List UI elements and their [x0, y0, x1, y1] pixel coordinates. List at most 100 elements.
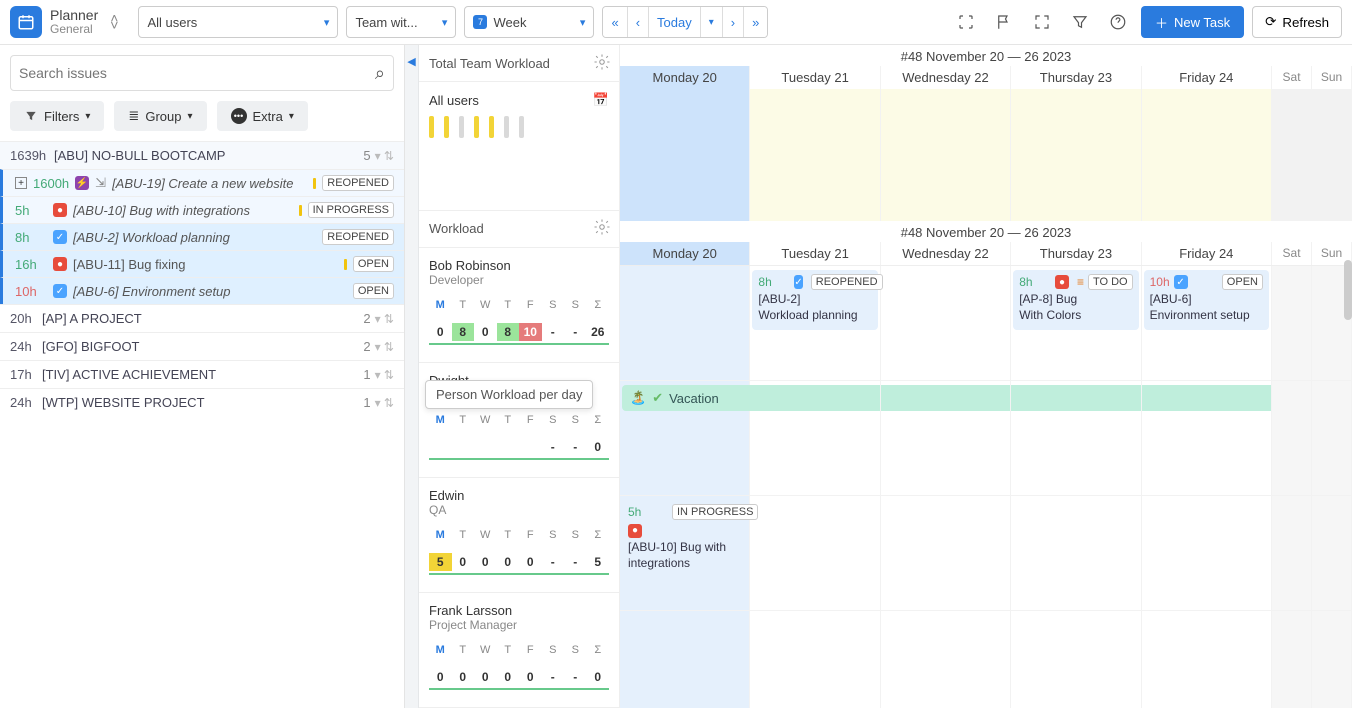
task-card[interactable]: 10h ✓ OPEN [ABU-6] Environment setup	[1144, 270, 1269, 330]
tooltip-text: Person Workload per day	[436, 387, 582, 402]
day-header[interactable]: Monday 20	[620, 242, 750, 265]
calendar-icon: 7	[473, 15, 487, 29]
issue-hours: 10h	[15, 284, 47, 299]
day-header[interactable]: Tuesday 21	[750, 66, 880, 89]
palm-icon: 🏝️	[630, 390, 646, 406]
day-header[interactable]: Sat	[1272, 66, 1312, 89]
day-header[interactable]: Tuesday 21	[750, 242, 880, 265]
tooltip: Person Workload per day	[425, 380, 593, 409]
issue-hours: 5h	[15, 203, 47, 218]
new-task-button[interactable]: ＋ New Task	[1141, 6, 1244, 38]
group-actions[interactable]: ▾ ⇅	[375, 312, 394, 326]
group-hours: 1639h	[10, 148, 54, 163]
person-role: Developer	[429, 273, 609, 287]
expand-icon[interactable]	[1027, 7, 1057, 37]
issue-name: [ABU-2] Workload planning	[73, 230, 316, 245]
nav-next-button[interactable]: ›	[723, 7, 744, 37]
day-header[interactable]: Thursday 23	[1011, 242, 1141, 265]
scan-icon[interactable]	[951, 7, 981, 37]
issue-group[interactable]: 1639h [ABU] NO-BULL BOOTCAMP 5 ▾ ⇅	[0, 141, 404, 169]
type-icon: ●	[1055, 275, 1069, 289]
dots-icon: •••	[231, 108, 247, 124]
gear-icon[interactable]	[593, 218, 611, 239]
help-icon[interactable]	[1103, 7, 1133, 37]
group-actions[interactable]: ▾ ⇅	[375, 396, 394, 410]
group-name: [TIV] ACTIVE ACHIEVEMENT	[42, 367, 363, 382]
priority-icon	[299, 205, 302, 216]
day-header[interactable]: Monday 20	[620, 66, 750, 89]
calendar-clock-icon[interactable]: 📅	[593, 92, 609, 108]
group-button[interactable]: ≣ Group ▾	[114, 101, 206, 131]
day-header[interactable]: Friday 24	[1142, 66, 1272, 89]
nav-last-button[interactable]: »	[744, 7, 767, 37]
app-switcher-chevron[interactable]: ˄˅	[110, 15, 118, 29]
search-icon: ⌕	[375, 63, 385, 84]
plus-icon: ＋	[1155, 13, 1168, 32]
total-workload-header: Total Team Workload	[419, 45, 619, 82]
group-name: [AP] A PROJECT	[42, 311, 363, 326]
app-logo	[10, 6, 42, 38]
flag-icon[interactable]	[989, 7, 1019, 37]
task-card[interactable]: 5h IN PROGRESS ● [ABU-10] Bug with integ…	[622, 500, 747, 574]
filters-button[interactable]: Filters ▾	[10, 101, 104, 131]
task-card[interactable]: 8h ✓ REOPENED [ABU-2] Workload planning	[752, 270, 877, 330]
person-block[interactable]: Frank LarssonProject ManagerMTWTFSSΣ0000…	[419, 593, 619, 708]
group-actions[interactable]: ▾ ⇅	[375, 149, 394, 163]
nav-first-button[interactable]: «	[603, 7, 627, 37]
filter-icon[interactable]	[1065, 7, 1095, 37]
check-icon: ✔	[652, 390, 663, 406]
day-header[interactable]: Sun	[1312, 66, 1352, 89]
main: ⌕ Filters ▾ ≣ Group ▾ ••• Extra ▾	[0, 45, 1352, 708]
caret-down-icon: ▾	[289, 111, 294, 122]
issue-group[interactable]: 24h [GFO] BIGFOOT 2 ▾ ⇅	[0, 332, 404, 360]
caret-down-icon: ▾	[442, 16, 448, 29]
day-header[interactable]: Wednesday 22	[881, 242, 1011, 265]
day-header[interactable]: Thursday 23	[1011, 66, 1141, 89]
caret-down-icon: ▾	[580, 16, 586, 29]
topbar: Planner General ˄˅ All users ▾ Team wit.…	[0, 0, 1352, 45]
person-name: Frank Larsson	[429, 603, 609, 618]
issue-row[interactable]: 16h ● [ABU-11] Bug fixing OPEN	[0, 250, 404, 277]
issue-row[interactable]: 8h ✓ [ABU-2] Workload planning REOPENED	[0, 223, 404, 250]
group-actions[interactable]: ▾ ⇅	[375, 340, 394, 354]
app-title-block[interactable]: Planner General	[50, 8, 98, 37]
filters-label: Filters	[44, 109, 79, 124]
tree-icon: ⇲	[95, 175, 106, 191]
task-card[interactable]: 8h ● ≡ TO DO [AP-8] Bug With Colors	[1013, 270, 1138, 330]
group-count: 2	[363, 311, 370, 326]
nav-today-dropdown[interactable]: ▾	[701, 7, 723, 37]
person-block[interactable]: EdwinQAMTWTFSSΣ50000--5	[419, 478, 619, 593]
right-pane: ◀ Total Team Workload All users 📅 Worklo…	[405, 45, 1352, 708]
people-calendar-grid: 8h ✓ REOPENED [ABU-2] Workload planning …	[620, 265, 1352, 708]
issue-name: [ABU-10] Bug with integrations	[73, 203, 293, 218]
period-filter[interactable]: 7 Week ▾	[464, 6, 594, 38]
refresh-button[interactable]: ⟳ Refresh	[1252, 6, 1342, 38]
search-input[interactable]	[19, 65, 375, 81]
person-block[interactable]: Bob RobinsonDeveloperMTWTFSSΣ080810--26	[419, 248, 619, 363]
group-count: 5	[363, 148, 370, 163]
team-filter[interactable]: Team wit... ▾	[346, 6, 456, 38]
issue-group[interactable]: 17h [TIV] ACTIVE ACHIEVEMENT 1 ▾ ⇅	[0, 360, 404, 388]
day-header[interactable]: Sat	[1272, 242, 1312, 265]
expand-icon[interactable]: +	[15, 177, 27, 189]
issue-row[interactable]: 5h ● [ABU-10] Bug with integrations IN P…	[0, 196, 404, 223]
person-name: Bob Robinson	[429, 258, 609, 273]
period-filter-label: Week	[493, 15, 526, 30]
search-input-wrap[interactable]: ⌕	[10, 55, 394, 91]
collapse-handle[interactable]: ◀	[405, 45, 419, 708]
issue-group[interactable]: 24h [WTP] WEBSITE PROJECT 1 ▾ ⇅	[0, 388, 404, 416]
group-hours: 24h	[10, 395, 42, 410]
day-header[interactable]: Wednesday 22	[881, 66, 1011, 89]
issue-row[interactable]: 10h ✓ [ABU-6] Environment setup OPEN	[0, 277, 404, 304]
day-header[interactable]: Friday 24	[1142, 242, 1272, 265]
issue-status: IN PROGRESS	[308, 202, 394, 218]
issue-group[interactable]: 20h [AP] A PROJECT 2 ▾ ⇅	[0, 304, 404, 332]
extra-button[interactable]: ••• Extra ▾	[217, 101, 308, 131]
users-filter[interactable]: All users ▾	[138, 6, 338, 38]
group-actions[interactable]: ▾ ⇅	[375, 368, 394, 382]
scrollbar[interactable]	[1344, 260, 1352, 320]
nav-today-button[interactable]: Today	[649, 7, 701, 37]
gear-icon[interactable]	[593, 53, 611, 74]
nav-prev-button[interactable]: ‹	[628, 7, 649, 37]
issue-row[interactable]: + 1600h ⚡ ⇲ [ABU-19] Create a new websit…	[0, 169, 404, 196]
